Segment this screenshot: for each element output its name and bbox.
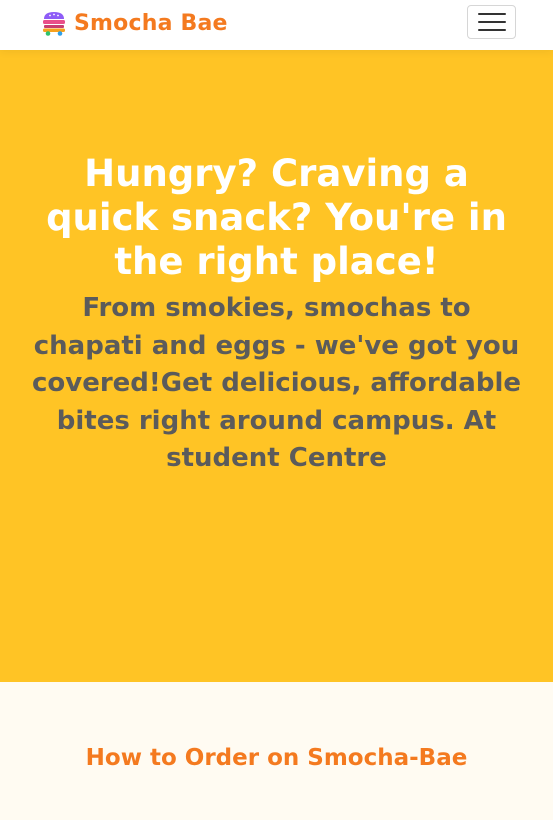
hamburger-menu-icon (477, 13, 506, 15)
hero-heading: Hungry? Craving a quick snack? You're in… (46, 152, 507, 283)
food-truck-icon (43, 12, 65, 36)
navbar: Smocha Bae (0, 0, 553, 50)
how-to-order-heading: How to Order on Smocha-Bae (85, 745, 468, 771)
hamburger-menu-icon (477, 21, 506, 23)
brand-link[interactable]: Smocha Bae (41, 8, 228, 38)
hero-section: Hungry? Craving a quick snack? You're in… (0, 50, 553, 682)
brand-name: Smocha Bae (74, 10, 228, 36)
hamburger-menu-icon (477, 29, 506, 31)
menu-toggle-button[interactable] (467, 5, 516, 39)
how-to-order-section: How to Order on Smocha-Bae (0, 682, 553, 820)
hero-subtext: From smokies, smochas to chapati and egg… (31, 293, 521, 473)
